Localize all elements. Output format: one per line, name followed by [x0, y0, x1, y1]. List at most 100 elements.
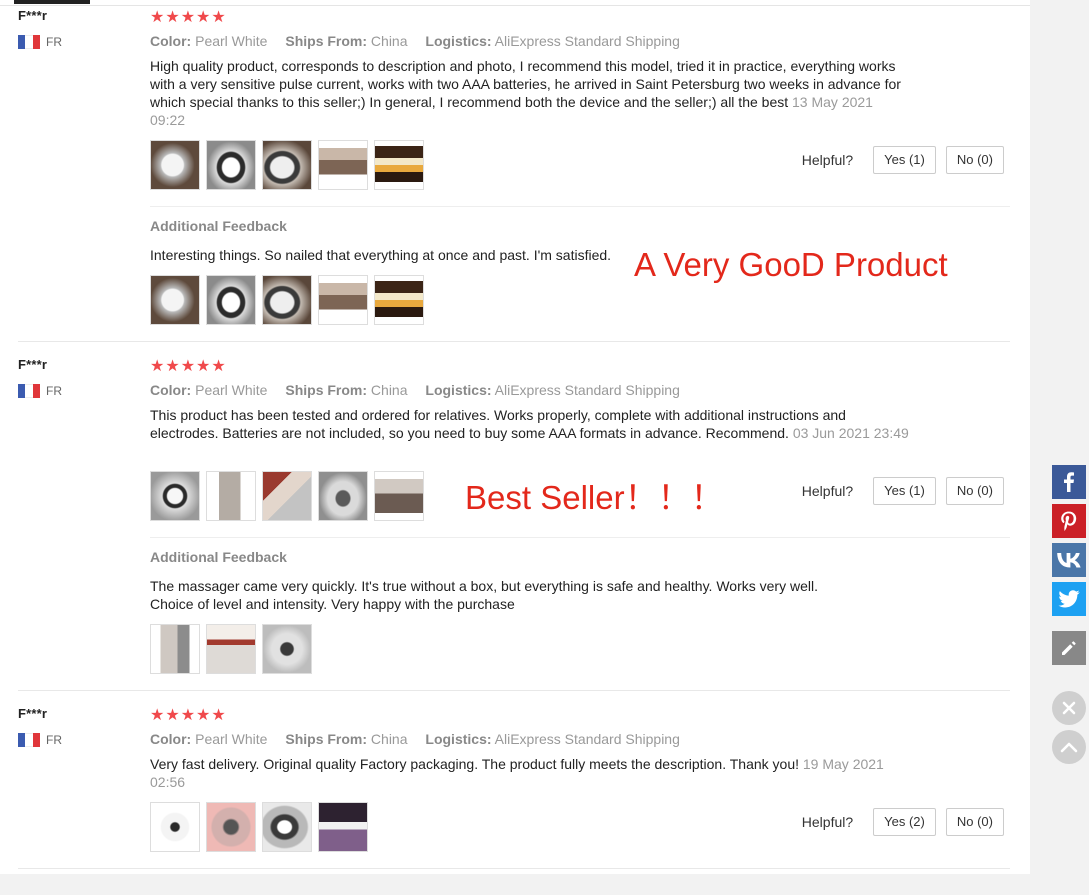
- review-photos: [150, 140, 424, 190]
- color-value: Pearl White: [195, 33, 268, 49]
- review-photo[interactable]: [206, 140, 256, 190]
- section-divider: [150, 206, 1010, 207]
- star-icon: ★: [211, 707, 226, 724]
- star-icon: ★: [165, 9, 180, 26]
- review-photo[interactable]: [262, 275, 312, 325]
- review-photo[interactable]: [150, 624, 200, 674]
- review-username: F***r: [18, 357, 48, 372]
- promo-overlay-text: Best Seller！！！: [465, 479, 724, 516]
- france-flag-icon: [18, 733, 40, 747]
- review-photo[interactable]: [150, 275, 200, 325]
- review-divider: [18, 341, 1010, 342]
- review-body: Very fast delivery. Original quality Fac…: [150, 756, 799, 772]
- review-photo[interactable]: [318, 140, 368, 190]
- review-photo[interactable]: [206, 275, 256, 325]
- ships-from-value: China: [370, 731, 408, 747]
- review-photo[interactable]: [262, 802, 312, 852]
- vk-share-button[interactable]: [1052, 543, 1086, 577]
- additional-feedback-text: The massager came very quickly. It's tru…: [150, 577, 910, 613]
- additional-photos: [150, 624, 312, 674]
- close-button[interactable]: [1052, 691, 1086, 725]
- star-icon: ★: [165, 707, 180, 724]
- scroll-to-top-button[interactable]: [1052, 730, 1086, 764]
- logistics-label: Logistics:: [425, 382, 492, 398]
- review-body: This product has been tested and ordered…: [150, 407, 846, 441]
- twitter-icon: [1058, 590, 1080, 608]
- review-text: This product has been tested and ordered…: [150, 406, 910, 442]
- additional-photos: [150, 275, 424, 325]
- helpful-label: Helpful?: [801, 814, 854, 830]
- helpful-label: Helpful?: [801, 152, 854, 168]
- review-text: High quality product, corresponds to des…: [150, 57, 910, 129]
- review-photo[interactable]: [206, 471, 256, 521]
- twitter-share-button[interactable]: [1052, 582, 1086, 616]
- star-icon: ★: [196, 707, 211, 724]
- logistics-value: AliExpress Standard Shipping: [494, 382, 680, 398]
- helpful-no-button[interactable]: No (0): [945, 146, 1004, 174]
- pinterest-share-button[interactable]: [1052, 504, 1086, 538]
- review-divider: [18, 868, 1010, 869]
- star-icon: ★: [150, 358, 165, 375]
- country-code: FR: [46, 384, 62, 398]
- country-code: FR: [46, 35, 62, 49]
- review-country: FR: [18, 35, 62, 49]
- review-photo[interactable]: [318, 802, 368, 852]
- review-photo[interactable]: [206, 802, 256, 852]
- color-label: Color:: [150, 731, 192, 747]
- review-photo[interactable]: [262, 140, 312, 190]
- edit-button[interactable]: [1052, 631, 1086, 665]
- review-photo[interactable]: [374, 275, 424, 325]
- review-text: Very fast delivery. Original quality Fac…: [150, 755, 910, 791]
- helpful-yes-button[interactable]: Yes (2): [873, 808, 936, 836]
- ships-from-label: Ships From:: [285, 731, 368, 747]
- review-photo[interactable]: [150, 802, 200, 852]
- review-username: F***r: [18, 8, 48, 23]
- scroll-top-icon: [1060, 742, 1078, 753]
- review-photos: [150, 471, 424, 521]
- review-attributes: Color: Pearl White Ships From: China Log…: [150, 33, 694, 49]
- star-icon: ★: [180, 9, 196, 26]
- review-username: F***r: [18, 706, 48, 721]
- france-flag-icon: [18, 35, 40, 49]
- star-icon: ★: [150, 707, 165, 724]
- pinterest-icon: [1061, 511, 1077, 531]
- review-photo[interactable]: [262, 471, 312, 521]
- review-photo[interactable]: [374, 140, 424, 190]
- review-photo[interactable]: [206, 624, 256, 674]
- promo-overlay-text: A Very GooD Product: [634, 246, 948, 283]
- review-photo[interactable]: [150, 471, 200, 521]
- color-label: Color:: [150, 382, 192, 398]
- review-photo[interactable]: [374, 471, 424, 521]
- helpful-no-button[interactable]: No (0): [945, 808, 1004, 836]
- edit-icon: [1062, 641, 1076, 655]
- review-photo[interactable]: [318, 275, 368, 325]
- helpful-yes-button[interactable]: Yes (1): [873, 477, 936, 505]
- logistics-label: Logistics:: [425, 731, 492, 747]
- review-date: 03 Jun 2021 23:49: [792, 425, 909, 441]
- review-photos: [150, 802, 368, 852]
- vk-icon: [1057, 553, 1081, 568]
- star-icon: ★: [211, 358, 226, 375]
- helpful-yes-button[interactable]: Yes (1): [873, 146, 936, 174]
- review-attributes: Color: Pearl White Ships From: China Log…: [150, 731, 694, 747]
- helpful-vote: Helpful? Yes (1) No (0): [802, 146, 1004, 174]
- additional-feedback-title: Additional Feedback: [150, 549, 287, 565]
- additional-feedback-line: Choice of level and intensity. Very happ…: [150, 596, 515, 612]
- review-attributes: Color: Pearl White Ships From: China Log…: [150, 382, 694, 398]
- review-photo[interactable]: [150, 140, 200, 190]
- france-flag-icon: [18, 384, 40, 398]
- review-photo[interactable]: [318, 471, 368, 521]
- color-value: Pearl White: [195, 731, 268, 747]
- star-icon: ★: [196, 9, 211, 26]
- review-photo[interactable]: [262, 624, 312, 674]
- review-divider: [18, 690, 1010, 691]
- helpful-vote: Helpful? Yes (1) No (0): [802, 477, 1004, 505]
- ships-from-value: China: [370, 33, 408, 49]
- ships-from-label: Ships From:: [285, 382, 368, 398]
- star-icon: ★: [180, 707, 196, 724]
- star-icon: ★: [165, 358, 180, 375]
- facebook-share-button[interactable]: [1052, 465, 1086, 499]
- facebook-icon: [1064, 472, 1074, 492]
- ships-from-value: China: [370, 382, 408, 398]
- helpful-no-button[interactable]: No (0): [945, 477, 1004, 505]
